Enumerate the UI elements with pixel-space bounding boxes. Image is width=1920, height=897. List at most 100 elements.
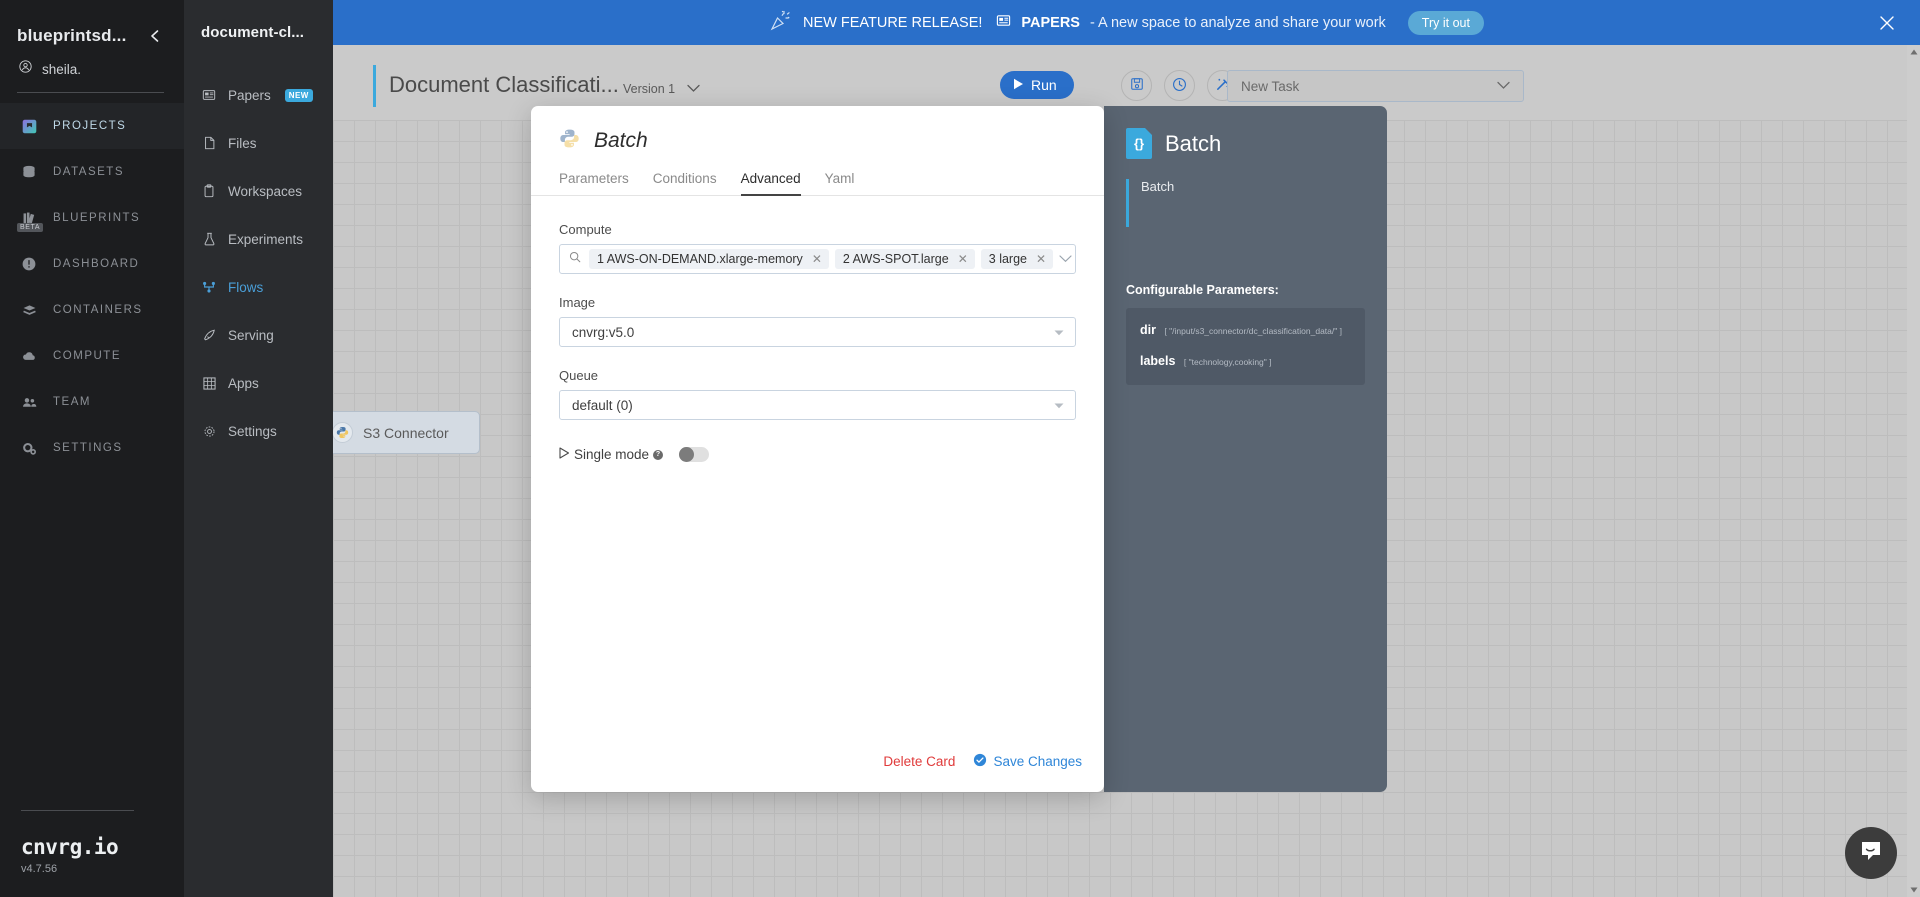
gear-icon: [201, 423, 217, 439]
sidebar-item-compute[interactable]: COMPUTE: [0, 333, 184, 379]
save-flow-button[interactable]: [1121, 70, 1152, 101]
sidebar-item-blueprints[interactable]: BETA BLUEPRINTS: [0, 195, 184, 241]
info-panel-title: Batch: [1165, 130, 1222, 156]
delete-card-button[interactable]: Delete Card: [883, 754, 955, 769]
papers-icon: [996, 13, 1011, 33]
app-root: blueprintsd... sheila. PROJECTS DATASETS…: [0, 0, 1920, 897]
chevron-left-icon[interactable]: [146, 27, 164, 45]
sidebar-item-workspaces[interactable]: Workspaces: [184, 167, 333, 215]
project-nav: Papers NEW Files Workspaces Experiments: [184, 71, 333, 455]
parameter-row: labels [ "technology,cooking" ]: [1140, 352, 1355, 370]
modal-header: Batch: [531, 106, 1104, 154]
sidebar-item-projects[interactable]: PROJECTS: [0, 103, 184, 149]
sidebar-item-files[interactable]: Files: [184, 119, 333, 167]
party-popper-icon: [769, 8, 793, 37]
sidebar-item-datasets[interactable]: DATASETS: [0, 149, 184, 195]
sidebar-item-flows[interactable]: Flows: [184, 263, 333, 311]
projects-icon: [19, 116, 39, 136]
close-icon[interactable]: [1878, 14, 1896, 32]
sidebar-item-settings[interactable]: SETTINGS: [0, 425, 184, 471]
page-title: Document Classificati...: [389, 72, 619, 97]
new-task-select[interactable]: New Task: [1227, 70, 1524, 102]
caret-down-icon[interactable]: [1907, 883, 1920, 897]
configurable-parameters-title: Configurable Parameters:: [1126, 283, 1279, 297]
sidebar-item-serving[interactable]: Serving: [184, 311, 333, 359]
sidebar-label: Apps: [228, 375, 259, 391]
rocket-icon: [201, 327, 217, 343]
flow-node-label: S3 Connector: [363, 424, 449, 441]
help-icon[interactable]: ?: [653, 449, 664, 460]
user-row[interactable]: sheila.: [0, 46, 184, 78]
tab-parameters[interactable]: Parameters: [559, 171, 629, 196]
version-selector[interactable]: Version 1: [623, 80, 700, 98]
run-button[interactable]: Run: [1000, 71, 1074, 99]
history-button[interactable]: [1164, 70, 1195, 101]
try-it-out-button[interactable]: Try it out: [1407, 10, 1484, 35]
title-accent-bar: [373, 65, 376, 107]
caret-up-icon[interactable]: [1907, 45, 1920, 59]
info-panel-description-wrap: Batch: [1126, 179, 1365, 227]
app-version: v4.7.56: [21, 863, 58, 875]
compute-chip[interactable]: 1 AWS-ON-DEMAND.xlarge-memory ✕: [589, 249, 829, 269]
single-mode-toggle[interactable]: [679, 447, 710, 462]
sidebar-item-apps[interactable]: Apps: [184, 359, 333, 407]
sidebar-label: Serving: [228, 327, 274, 343]
search-icon: [569, 250, 581, 268]
save-icon: [1130, 77, 1144, 94]
sidebar-label: Workspaces: [228, 183, 303, 199]
database-icon: [19, 162, 39, 182]
close-small-icon[interactable]: ✕: [958, 253, 968, 265]
sidebar-divider: [17, 92, 164, 93]
sidebar-item-team[interactable]: TEAM: [0, 379, 184, 425]
save-changes-button[interactable]: Save Changes: [973, 753, 1082, 770]
chevron-down-icon[interactable]: [1059, 250, 1072, 268]
sidebar-item-containers[interactable]: CONTAINERS: [0, 287, 184, 333]
json-file-icon: {}: [1126, 128, 1152, 159]
compute-chip[interactable]: 2 AWS-SPOT.large ✕: [834, 249, 975, 269]
info-panel: {} Batch Batch Configurable Parameters: …: [1104, 106, 1387, 792]
check-circle-icon: [973, 753, 987, 770]
chat-bubble-icon: [1858, 838, 1884, 869]
chat-launcher-button[interactable]: [1845, 827, 1897, 879]
footer-divider: [21, 810, 134, 811]
chevron-down-icon: [687, 80, 700, 98]
sidebar-label: SETTINGS: [53, 442, 123, 454]
banner-product: PAPERS: [1021, 14, 1080, 31]
sidebar-item-project-settings[interactable]: Settings: [184, 407, 333, 455]
info-panel-header: {} Batch: [1126, 128, 1365, 159]
sidebar-label: CONTAINERS: [53, 304, 143, 316]
image-select[interactable]: cnvrg:v5.0: [559, 317, 1076, 347]
toggle-knob: [679, 447, 695, 462]
parameter-value: [ "/input/s3_connector/dc_classification…: [1164, 326, 1342, 336]
sidebar-item-experiments[interactable]: Experiments: [184, 215, 333, 263]
compute-chip[interactable]: 3 large ✕: [980, 249, 1054, 269]
sidebar-label: DATASETS: [53, 166, 124, 178]
queue-select[interactable]: default (0): [559, 390, 1076, 420]
tab-conditions[interactable]: Conditions: [653, 171, 717, 196]
flow-node-s3-connector[interactable]: S3 Connector: [333, 411, 480, 454]
sidebar-item-papers[interactable]: Papers NEW: [184, 71, 333, 119]
run-label: Run: [1031, 77, 1057, 93]
python-icon: [333, 422, 353, 443]
beta-badge: BETA: [17, 223, 44, 232]
close-small-icon[interactable]: ✕: [812, 253, 822, 265]
clipboard-icon: [201, 183, 217, 199]
sidebar-label: Flows: [228, 279, 264, 295]
tab-yaml[interactable]: Yaml: [825, 171, 855, 196]
parameter-key: labels: [1140, 354, 1176, 368]
queue-label: Queue: [559, 368, 599, 383]
sidebar-item-dashboard[interactable]: DASHBOARD: [0, 241, 184, 287]
batch-card-modal: Batch Parameters Conditions Advanced Yam…: [531, 106, 1104, 792]
compute-field-group: Compute 1 AWS-ON-DEMAND.xlarge-memory ✕ …: [559, 222, 1076, 274]
vertical-scrollbar[interactable]: [1907, 45, 1920, 897]
single-mode-label-wrap: Single mode ?: [559, 447, 664, 462]
compute-select[interactable]: 1 AWS-ON-DEMAND.xlarge-memory ✕ 2 AWS-SP…: [559, 244, 1076, 274]
tab-advanced[interactable]: Advanced: [740, 171, 801, 196]
queue-field-group: Queue default (0): [559, 368, 1076, 420]
single-mode-label: Single mode: [574, 447, 650, 462]
caret-down-icon: [1054, 396, 1064, 414]
secondary-sidebar: document-cl... Papers NEW Files Workspac…: [184, 0, 333, 897]
close-small-icon[interactable]: ✕: [1036, 253, 1046, 265]
brand-name: cnvrg.io: [21, 835, 119, 859]
new-task-value: New Task: [1241, 78, 1300, 94]
